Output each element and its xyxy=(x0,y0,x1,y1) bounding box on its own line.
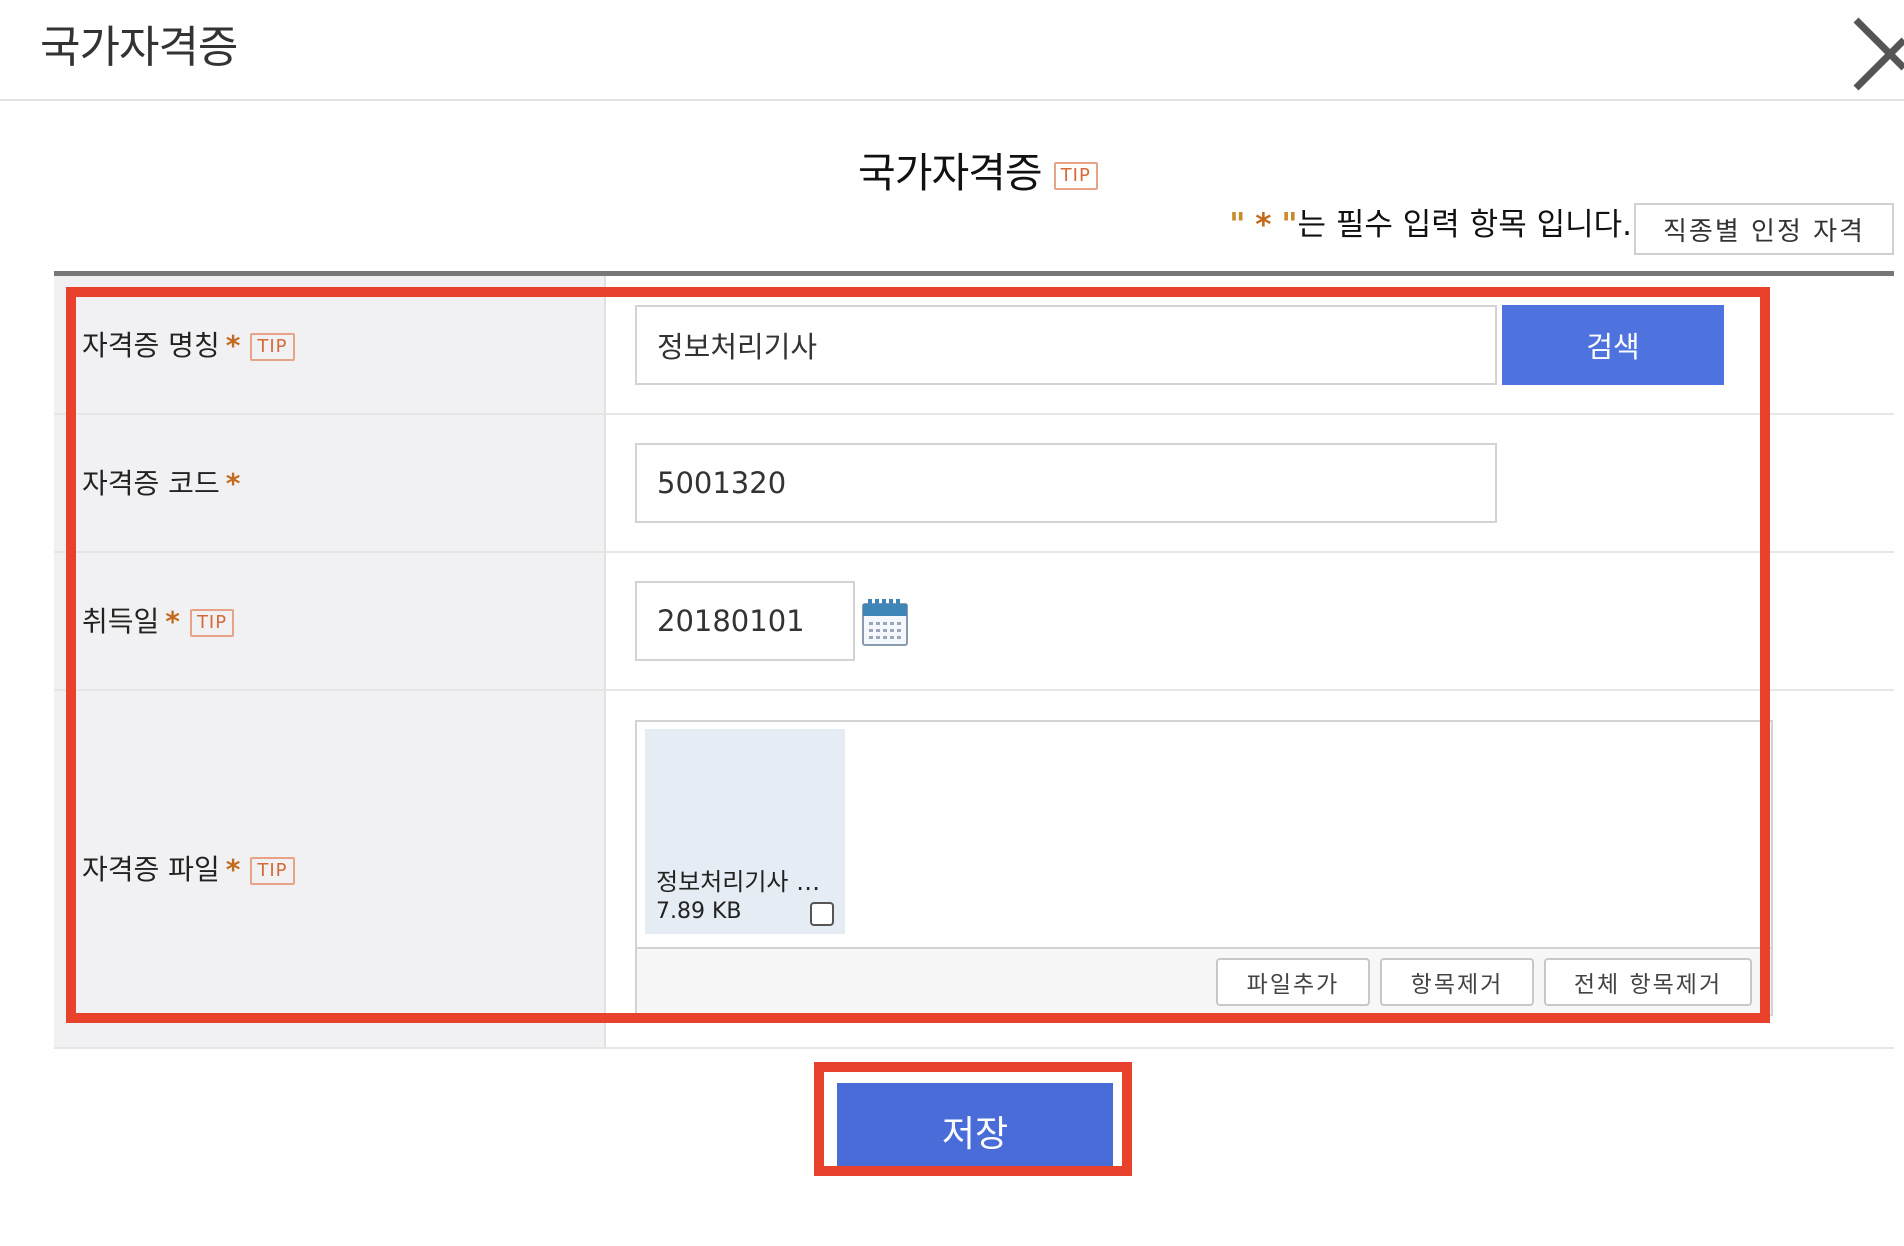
label-column xyxy=(54,276,606,1048)
required-note: " * "는 필수 입력 항목 입니다. xyxy=(1229,205,1632,245)
cert-file-label: 자격증 파일 * TIP xyxy=(82,852,295,888)
dialog-title: 국가자격증 xyxy=(40,22,238,73)
section-title: 국가자격증 TIP xyxy=(858,148,1098,198)
file-size: 7.89 KB xyxy=(656,899,742,924)
cert-code-label: 자격증 코드 * xyxy=(82,466,240,502)
table-bottom-rule xyxy=(54,1047,1894,1049)
cert-name-label-text: 자격증 명칭 xyxy=(82,329,220,362)
cert-code-label-text: 자격증 코드 xyxy=(82,467,220,500)
add-file-button[interactable]: 파일추가 xyxy=(1216,958,1370,1006)
cert-file-tip-badge[interactable]: TIP xyxy=(250,857,295,885)
cert-name-label: 자격증 명칭 * TIP xyxy=(82,328,295,364)
close-icon[interactable] xyxy=(1852,14,1904,94)
remove-item-button[interactable]: 항목제거 xyxy=(1380,958,1534,1006)
section-tip-badge[interactable]: TIP xyxy=(1053,162,1098,190)
required-note-text: 는 필수 입력 항목 입니다. xyxy=(1297,207,1632,243)
row-divider xyxy=(54,413,1894,415)
search-button[interactable]: 검색 xyxy=(1502,305,1724,385)
acquired-date-tip-badge[interactable]: TIP xyxy=(189,609,235,637)
required-star: * xyxy=(225,853,241,886)
quote-close: " xyxy=(1281,207,1298,243)
row-divider xyxy=(54,551,1894,553)
section-title-text: 국가자격증 xyxy=(858,149,1043,197)
required-star: * xyxy=(1255,207,1272,243)
acquired-date-input[interactable]: 20180101 xyxy=(635,581,855,661)
cert-name-tip-badge[interactable]: TIP xyxy=(250,333,295,361)
job-cert-button[interactable]: 직종별 인정 자격 xyxy=(1634,203,1894,255)
acquired-date-label-text: 취득일 xyxy=(82,605,160,638)
header-divider xyxy=(0,99,1904,101)
cert-code-input[interactable]: 5001320 xyxy=(635,443,1497,523)
save-button[interactable]: 저장 xyxy=(837,1083,1113,1173)
row-divider xyxy=(54,689,1894,691)
remove-all-button[interactable]: 전체 항목제거 xyxy=(1544,958,1752,1006)
cert-file-label-text: 자격증 파일 xyxy=(82,853,220,886)
calendar-icon[interactable] xyxy=(862,598,908,646)
quote-open: " xyxy=(1229,207,1246,243)
acquired-date-label: 취득일 * TIP xyxy=(82,604,235,640)
file-select-checkbox[interactable] xyxy=(810,902,834,926)
file-name: 정보처리기사 … xyxy=(656,868,821,896)
cert-name-input[interactable]: 정보처리기사 xyxy=(635,305,1497,385)
required-star: * xyxy=(225,467,241,500)
required-star: * xyxy=(165,605,180,638)
required-star: * xyxy=(225,329,241,362)
